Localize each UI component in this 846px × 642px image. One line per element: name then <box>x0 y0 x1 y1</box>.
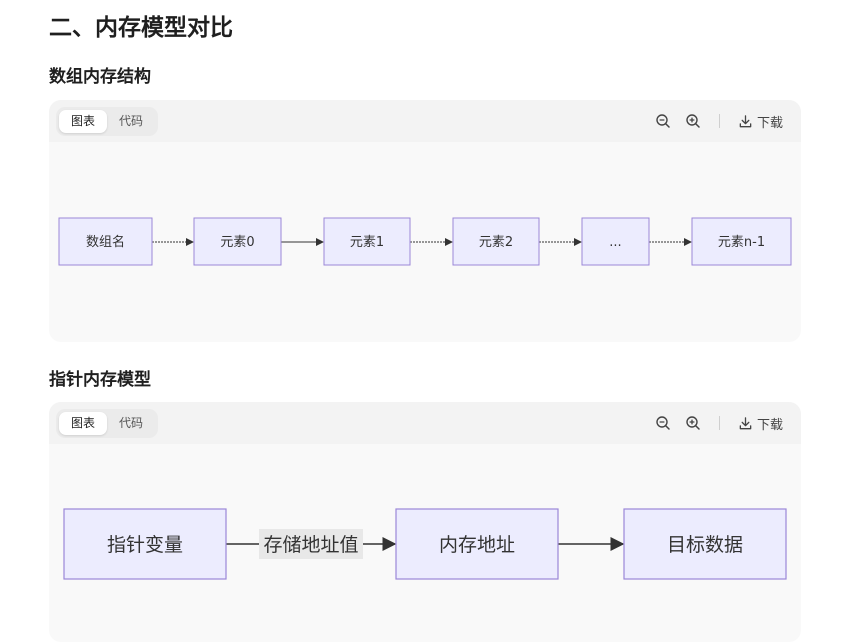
tab-chart[interactable]: 图表 <box>59 412 108 435</box>
array-node-name[interactable]: 数组名 <box>58 217 153 266</box>
pointer-node-variable[interactable]: 指针变量 <box>63 508 227 580</box>
node-label: 指针变量 <box>107 534 183 556</box>
pointer-diagram: 存储地址值 指针变量 内存地址 目标数据 <box>63 508 787 580</box>
node-label: 元素2 <box>479 235 513 250</box>
view-toggle: 图表 代码 <box>56 409 159 438</box>
tab-code[interactable]: 代码 <box>107 412 155 435</box>
node-label: ... <box>609 235 621 250</box>
tab-chart[interactable]: 图表 <box>59 110 108 133</box>
pointer-diagram-title: 指针内存模型 <box>49 370 151 390</box>
diagram-tools: 下载 <box>655 402 783 444</box>
pointer-node-address[interactable]: 内存地址 <box>395 508 559 580</box>
toolbar-divider <box>718 416 720 430</box>
edge-label: 存储地址值 <box>259 529 363 559</box>
pointer-node-target[interactable]: 目标数据 <box>623 508 787 580</box>
view-toggle: 图表 代码 <box>56 107 159 136</box>
section-title: 二、内存模型对比 <box>49 15 233 41</box>
array-diagram-card: 图表 代码 下载 数组名 元素0 元素1 元素2 ... 元素n-1 <box>49 100 801 342</box>
node-label: 内存地址 <box>439 534 515 556</box>
node-label: 元素0 <box>220 235 254 250</box>
zoom-out-icon[interactable] <box>655 113 671 129</box>
zoom-in-icon[interactable] <box>685 415 701 431</box>
diagram-tools: 下载 <box>655 100 783 142</box>
array-node-element-0[interactable]: 元素0 <box>193 217 282 266</box>
tab-code[interactable]: 代码 <box>107 110 155 133</box>
array-diagram-toolbar: 图表 代码 下载 <box>49 100 801 142</box>
node-label: 目标数据 <box>667 534 743 556</box>
download-label: 下载 <box>756 417 783 433</box>
array-node-element-1[interactable]: 元素1 <box>323 217 411 266</box>
array-node-ellipsis[interactable]: ... <box>581 217 650 266</box>
pointer-diagram-toolbar: 图表 代码 下载 <box>49 402 801 444</box>
array-diagram-title: 数组内存结构 <box>49 67 151 87</box>
array-diagram: 数组名 元素0 元素1 元素2 ... 元素n-1 <box>58 217 792 266</box>
array-node-element-last[interactable]: 元素n-1 <box>691 217 792 266</box>
edge-label-text: 存储地址值 <box>263 534 358 556</box>
zoom-out-icon[interactable] <box>655 415 671 431</box>
toolbar-divider <box>718 114 720 128</box>
download-icon <box>739 114 752 127</box>
node-label: 元素1 <box>350 235 384 250</box>
node-label: 数组名 <box>86 234 125 250</box>
pointer-diagram-card: 图表 代码 下载 存储地址值 指针变量 内存地址 目标数据 <box>49 402 801 642</box>
node-label: 元素n-1 <box>718 235 765 250</box>
download-icon <box>739 416 752 429</box>
download-button[interactable]: 下载 <box>738 112 783 131</box>
array-node-element-2[interactable]: 元素2 <box>452 217 540 266</box>
zoom-in-icon[interactable] <box>685 113 701 129</box>
download-label: 下载 <box>756 115 783 131</box>
download-button[interactable]: 下载 <box>738 414 783 433</box>
